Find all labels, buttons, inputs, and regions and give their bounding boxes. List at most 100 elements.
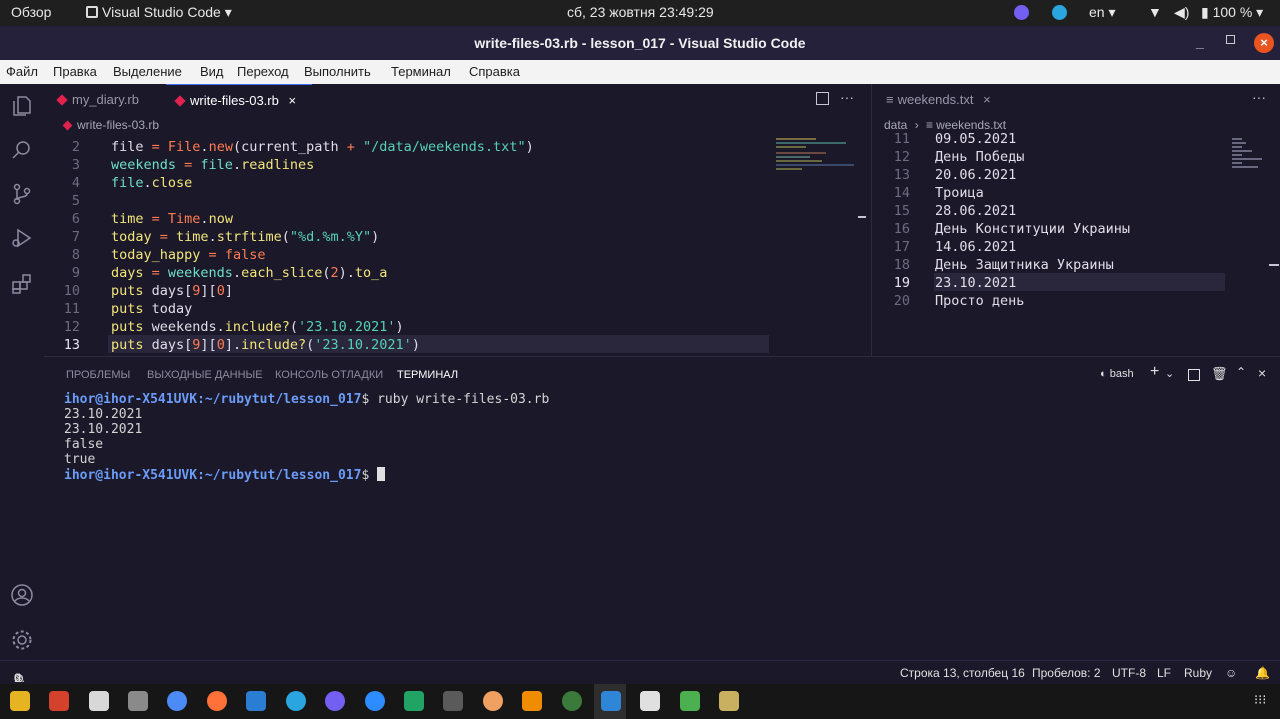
line-number: 13	[893, 167, 910, 183]
tab-my-diary[interactable]: my_diary.rb	[44, 84, 164, 116]
ubuntu-app-icon[interactable]	[483, 691, 503, 711]
tab-write-files-03[interactable]: write-files-03.rb ×	[166, 84, 312, 116]
terminal-user: ihor@ihor-X541UVK	[64, 468, 198, 483]
code-token: ][	[200, 337, 217, 353]
editor-tabs: my_diary.rb write-files-03.rb × ···	[44, 84, 870, 116]
text-line: 14.06.2021	[935, 239, 1017, 255]
breadcrumb-folder: data	[884, 118, 908, 132]
line-number: 2	[71, 139, 80, 155]
terminal-shell-select[interactable]: ◐ bash	[1100, 368, 1134, 380]
explorer-icon[interactable]	[10, 94, 34, 118]
messenger-app-icon[interactable]	[246, 691, 266, 711]
menu-run[interactable]: Выполнить	[304, 64, 371, 79]
chrome-app-icon[interactable]	[167, 691, 187, 711]
breadcrumb[interactable]: data › ≡ weekends.txt	[884, 118, 1006, 132]
archive-app-icon[interactable]	[719, 691, 739, 711]
gear-icon[interactable]	[10, 628, 34, 652]
vlc-app-icon[interactable]	[522, 691, 542, 711]
breadcrumb-file: write-files-03.rb	[77, 118, 160, 132]
zoom-app-icon[interactable]	[365, 691, 385, 711]
code-token: +	[346, 139, 364, 155]
menu-view[interactable]: Вид	[200, 64, 224, 79]
tab-debug-console[interactable]: КОНСОЛЬ ОТЛАДКИ	[275, 369, 383, 381]
close-icon[interactable]: ×	[1254, 33, 1274, 53]
source-control-icon[interactable]	[10, 182, 34, 206]
trash-icon[interactable]: 🗑	[1211, 366, 1228, 382]
menu-edit[interactable]: Правка	[53, 64, 97, 79]
language-mode[interactable]: Ruby	[1184, 666, 1212, 680]
minimap[interactable]	[776, 136, 856, 176]
menu-bar: Файл Правка Выделение Вид Переход Выполн…	[0, 60, 1280, 84]
split-terminal-icon[interactable]	[1188, 369, 1200, 381]
vscode-app-icon[interactable]	[601, 691, 621, 711]
account-icon[interactable]	[10, 583, 34, 607]
app-menu[interactable]: Visual Studio Code ▾	[86, 4, 232, 21]
show-apps-icon[interactable]: ⁝⁝⁝	[1254, 692, 1266, 708]
volume-icon[interactable]: ◀)	[1174, 4, 1189, 21]
menu-terminal[interactable]: Терминал	[391, 64, 451, 79]
tab-output[interactable]: ВЫХОДНЫЕ ДАННЫЕ	[147, 369, 263, 381]
close-icon[interactable]: ×	[288, 93, 296, 108]
terminal-app-icon[interactable]	[443, 691, 463, 711]
globe-app-icon[interactable]	[562, 691, 582, 711]
system-top-bar: Обзор Visual Studio Code ▾ сб, 23 жовтня…	[0, 0, 1280, 26]
tab-problems[interactable]: ПРОБЛЕМЫ	[66, 369, 130, 381]
code-token: weekends.	[151, 319, 225, 335]
viber-tray-icon[interactable]	[1014, 5, 1029, 20]
menu-go[interactable]: Переход	[237, 64, 289, 79]
minimap[interactable]	[1232, 136, 1268, 172]
split-editor-icon[interactable]	[816, 92, 829, 105]
breadcrumb[interactable]: write-files-03.rb	[62, 118, 160, 132]
code-token: days[	[151, 283, 193, 299]
menu-help[interactable]: Справка	[469, 64, 520, 79]
clock[interactable]: сб, 23 жовтня 23:49:29	[567, 4, 714, 20]
maximize-icon[interactable]	[1226, 35, 1235, 44]
line-number: 18	[893, 257, 910, 273]
extensions-icon[interactable]	[10, 272, 34, 296]
folder-app-icon[interactable]	[128, 691, 148, 711]
keyboard-layout-label: en	[1089, 4, 1105, 20]
activity-bar	[0, 84, 44, 660]
new-terminal-icon[interactable]: +	[1150, 363, 1159, 381]
terminal-prompt: $	[361, 468, 378, 483]
search-icon[interactable]	[10, 138, 34, 162]
chevron-down-icon[interactable]: ⌄	[1165, 367, 1174, 380]
tab-weekends-txt[interactable]: ≡ weekends.txt ×	[872, 84, 998, 116]
tab-terminal[interactable]: ТЕРМИНАЛ	[397, 369, 458, 381]
close-panel-icon[interactable]: ×	[1258, 365, 1266, 381]
more-actions-icon[interactable]: ···	[1252, 89, 1266, 105]
code-token: )	[395, 319, 404, 335]
dictionary-app-icon[interactable]	[49, 691, 69, 711]
keyboard-layout[interactable]: en ▾	[1089, 4, 1116, 21]
code-token: file	[111, 175, 144, 191]
more-actions-icon[interactable]: ···	[840, 89, 854, 105]
line-number: 11	[893, 131, 910, 147]
inkscape-app-icon[interactable]	[640, 691, 660, 711]
viber-app-icon[interactable]	[325, 691, 345, 711]
menu-selection[interactable]: Выделение	[113, 64, 182, 79]
firefox-app-icon[interactable]	[207, 691, 227, 711]
text-line: Троица	[935, 185, 984, 201]
feedback-icon[interactable]: ☺	[1225, 666, 1237, 680]
minimize-icon[interactable]: _	[1196, 34, 1204, 50]
cursor-position[interactable]: Строка 13, столбец 16	[900, 666, 1025, 680]
line-ending[interactable]: LF	[1157, 666, 1171, 680]
maximize-panel-icon[interactable]: ⌃	[1236, 365, 1246, 379]
spreadsheet-app-icon[interactable]	[404, 691, 424, 711]
close-icon[interactable]: ×	[983, 92, 991, 107]
files-app-icon[interactable]	[10, 691, 30, 711]
telegram-app-icon[interactable]	[286, 691, 306, 711]
encoding[interactable]: UTF-8	[1112, 666, 1146, 680]
editor-group-right: ≡ weekends.txt × ··· data › ≡ weekends.txt…	[871, 84, 1280, 356]
wifi-icon[interactable]: ▼	[1148, 4, 1162, 20]
activities-button[interactable]: Обзор	[11, 4, 51, 20]
battery-indicator[interactable]: ▮ 100 % ▾	[1201, 4, 1263, 21]
window-app-icon[interactable]	[89, 691, 109, 711]
telegram-tray-icon[interactable]	[1052, 5, 1067, 20]
run-debug-icon[interactable]	[10, 226, 34, 250]
notifications-icon[interactable]: 🔔	[1255, 666, 1270, 680]
line-number: 15	[893, 203, 910, 219]
menu-file[interactable]: Файл	[6, 64, 38, 79]
indentation[interactable]: Пробелов: 2	[1032, 666, 1101, 680]
image-viewer-app-icon[interactable]	[680, 691, 700, 711]
